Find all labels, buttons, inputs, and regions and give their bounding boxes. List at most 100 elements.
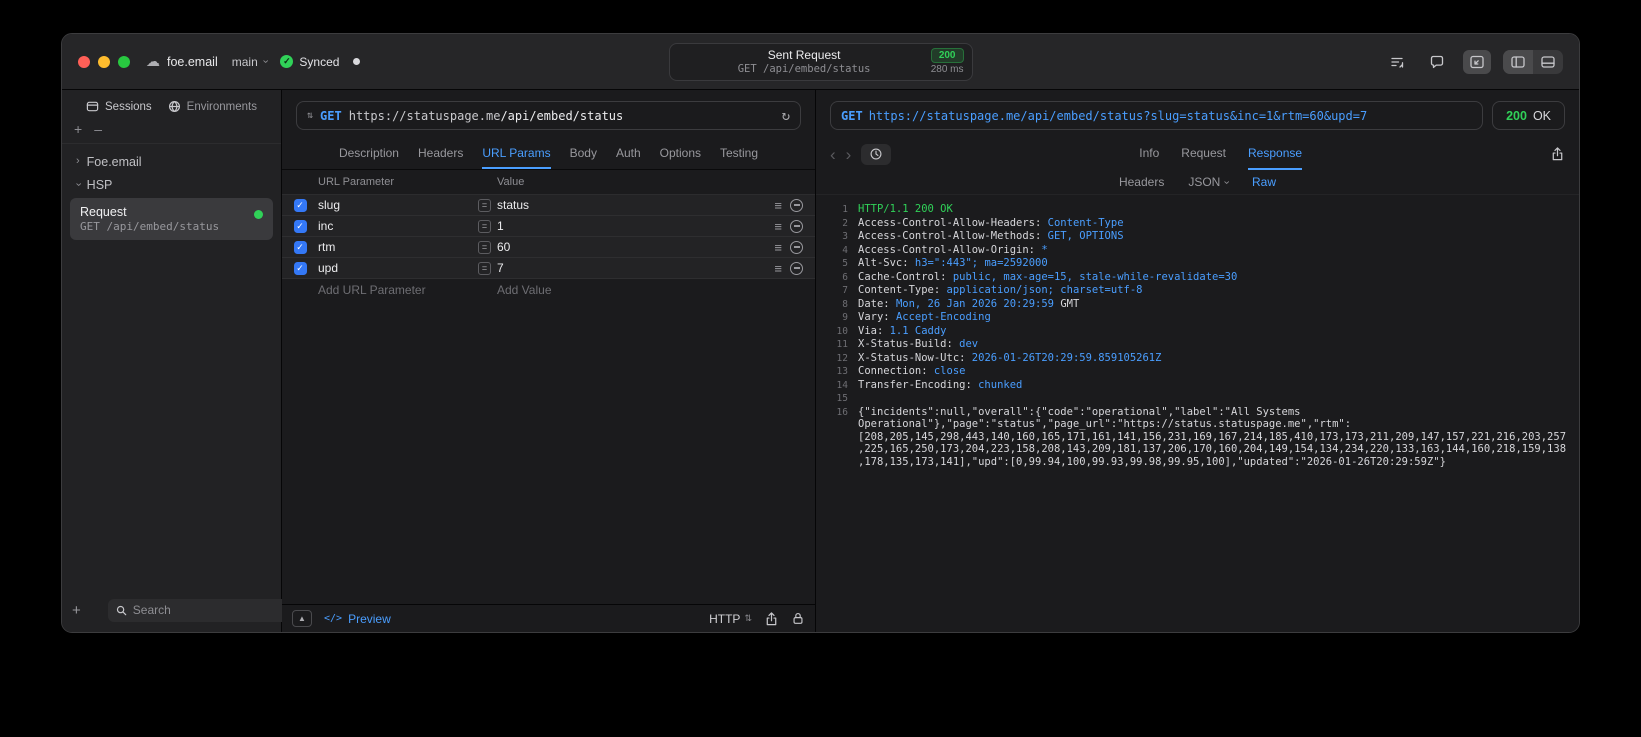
subtab-json[interactable]: JSON › bbox=[1188, 175, 1232, 189]
tab-options[interactable]: Options bbox=[660, 138, 701, 169]
tab-response[interactable]: Response bbox=[1248, 138, 1303, 170]
response-url: https://statuspage.me/api/embed/status?s… bbox=[868, 108, 1368, 123]
tab-testing[interactable]: Testing bbox=[720, 138, 758, 169]
response-line: 15 bbox=[822, 392, 1567, 406]
tab-headers[interactable]: Headers bbox=[418, 138, 463, 169]
tab-info[interactable]: Info bbox=[1139, 138, 1159, 170]
expand-panel-button[interactable]: ▲ bbox=[292, 610, 312, 627]
close-window-button[interactable] bbox=[78, 55, 90, 68]
row-menu-icon[interactable]: ≡ bbox=[774, 220, 782, 233]
method-selector-icon[interactable]: ⇅ bbox=[307, 110, 313, 121]
caret-up-icon: ▲ bbox=[298, 614, 306, 623]
titlebar-actions bbox=[1383, 49, 1563, 74]
share-request-button[interactable] bbox=[764, 611, 779, 627]
share-icon bbox=[766, 611, 777, 625]
param-value[interactable]: 60 bbox=[497, 240, 768, 254]
branch-name: main bbox=[231, 54, 258, 69]
chevron-down-icon: › bbox=[72, 182, 85, 187]
tab-url-params[interactable]: URL Params bbox=[482, 138, 551, 169]
preview-button[interactable]: </> Preview bbox=[324, 612, 391, 626]
zoom-window-button[interactable] bbox=[118, 55, 130, 68]
tab-auth[interactable]: Auth bbox=[616, 138, 641, 169]
param-enabled-checkbox[interactable]: ✓ bbox=[293, 261, 307, 275]
response-line: 4 Access-Control-Allow-Origin: * bbox=[822, 244, 1567, 258]
row-menu-icon[interactable]: ≡ bbox=[774, 199, 782, 212]
equals-icon: = bbox=[478, 240, 491, 254]
response-pane: GET https://statuspage.me/api/embed/stat… bbox=[816, 90, 1579, 632]
param-enabled-checkbox[interactable]: ✓ bbox=[293, 219, 307, 233]
history-button[interactable] bbox=[861, 143, 892, 165]
line-number: 10 bbox=[836, 325, 848, 337]
search-input[interactable] bbox=[132, 603, 288, 617]
row-menu-icon[interactable]: ≡ bbox=[774, 241, 782, 254]
tree-item-request-selected[interactable]: Request GET /api/embed/status bbox=[70, 198, 273, 240]
line-text: Vary: Accept-Encoding bbox=[858, 311, 991, 323]
share-response-button[interactable] bbox=[1550, 146, 1565, 162]
chevron-down-icon: › bbox=[259, 59, 272, 64]
request-method: GET bbox=[320, 108, 342, 123]
remove-row-icon[interactable] bbox=[790, 219, 803, 233]
comments-button[interactable] bbox=[1423, 50, 1451, 74]
add-request-button[interactable]: + bbox=[72, 602, 81, 619]
line-text: Transfer-Encoding: chunked bbox=[858, 378, 1023, 391]
add-session-button[interactable]: + bbox=[74, 121, 82, 137]
line-number: 11 bbox=[836, 339, 848, 350]
request-footer: ▲ </> Preview HTTP ⇅ bbox=[282, 604, 815, 632]
param-value[interactable]: status bbox=[497, 198, 768, 212]
tab-request[interactable]: Request bbox=[1181, 138, 1226, 170]
response-line: 3 Access-Control-Allow-Methods: GET, OPTI… bbox=[822, 230, 1567, 244]
row-menu-icon[interactable]: ≡ bbox=[774, 262, 782, 275]
request-url-field[interactable]: ⇅ GET https://statuspage.me/api/embed/st… bbox=[296, 101, 801, 130]
protocol-selector[interactable]: HTTP ⇅ bbox=[709, 612, 752, 626]
resend-request-icon[interactable]: ↻ bbox=[782, 108, 790, 124]
sidebar-search[interactable] bbox=[107, 598, 296, 622]
project-name: foe.email bbox=[167, 54, 218, 69]
sort-requests-button[interactable] bbox=[1383, 50, 1411, 74]
param-value[interactable]: 7 bbox=[497, 261, 768, 275]
history-forward-button[interactable]: › bbox=[846, 146, 852, 163]
tab-body[interactable]: Body bbox=[570, 138, 597, 169]
equals-icon: = bbox=[478, 261, 491, 275]
sync-label: Synced bbox=[299, 54, 340, 69]
line-number: 1 bbox=[842, 204, 848, 215]
status-text: OK bbox=[1532, 108, 1551, 123]
param-value[interactable]: 1 bbox=[497, 219, 768, 233]
line-text: Date: Mon, 26 Jan 2026 20:29:59 GMT bbox=[858, 297, 1080, 310]
remove-row-icon[interactable] bbox=[790, 240, 803, 254]
lock-button[interactable] bbox=[791, 611, 805, 626]
remove-row-icon[interactable] bbox=[790, 261, 803, 275]
sent-request-summary[interactable]: Sent Request GET /api/embed/status 200 2… bbox=[668, 42, 973, 81]
toggle-response-panel-button[interactable] bbox=[1463, 49, 1491, 74]
tree-group-hsp[interactable]: › HSP bbox=[68, 173, 275, 196]
remove-row-icon[interactable] bbox=[790, 198, 803, 212]
param-row: ✓ inc = 1 ≡ bbox=[282, 216, 815, 237]
minimize-window-button[interactable] bbox=[98, 55, 110, 68]
sync-status[interactable]: ✓ Synced bbox=[280, 55, 339, 69]
tree-group-foe-email[interactable]: › Foe.email bbox=[68, 150, 275, 173]
equals-icon: = bbox=[478, 198, 491, 212]
tab-sessions[interactable]: Sessions bbox=[86, 100, 152, 113]
history-back-button[interactable]: ‹ bbox=[830, 146, 836, 163]
tab-environments[interactable]: Environments bbox=[168, 100, 257, 113]
param-enabled-checkbox[interactable]: ✓ bbox=[293, 240, 307, 254]
branch-selector[interactable]: main › bbox=[231, 54, 272, 69]
add-param-placeholder[interactable]: Add URL Parameter bbox=[318, 283, 478, 297]
toggle-left-sidebar-button[interactable] bbox=[1503, 49, 1533, 74]
response-request-line[interactable]: GET https://statuspage.me/api/embed/stat… bbox=[830, 101, 1484, 130]
project-indicator[interactable]: ☁ foe.email bbox=[146, 53, 218, 70]
add-value-placeholder[interactable]: Add Value bbox=[478, 283, 815, 297]
param-name[interactable]: rtm bbox=[318, 240, 478, 254]
url-host: https://statuspage.me bbox=[348, 108, 501, 123]
remove-session-button[interactable]: – bbox=[94, 121, 102, 137]
tab-description[interactable]: Description bbox=[339, 138, 399, 169]
add-param-row: Add URL Parameter Add Value bbox=[282, 279, 815, 300]
param-name[interactable]: upd bbox=[318, 261, 478, 275]
line-text: Alt-Svc: h3=":443"; ma=2592000 bbox=[858, 257, 1048, 269]
comment-icon bbox=[1430, 55, 1444, 68]
param-name[interactable]: inc bbox=[318, 219, 478, 233]
param-enabled-checkbox[interactable]: ✓ bbox=[293, 198, 307, 212]
subtab-headers[interactable]: Headers bbox=[1119, 175, 1164, 189]
subtab-raw[interactable]: Raw bbox=[1252, 175, 1276, 189]
toggle-bottom-panel-button[interactable] bbox=[1533, 50, 1563, 74]
param-name[interactable]: slug bbox=[318, 198, 478, 212]
